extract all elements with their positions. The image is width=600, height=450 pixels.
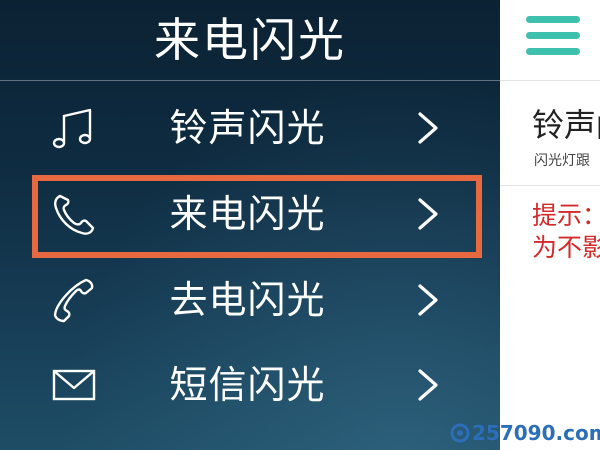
tip-text: 为不影: [532, 233, 600, 262]
drawer-divider: [0, 80, 500, 81]
navigation-drawer: 来电闪光 铃声闪光 来电闪光 去电闪光 短信闪光: [0, 0, 500, 450]
phone-outgoing-icon: [53, 278, 94, 323]
setting-title: 铃声闪: [532, 106, 600, 144]
site-watermark: 257090.com: [450, 420, 600, 446]
watermark-logo-icon: [450, 423, 470, 443]
setting-divider: [500, 185, 600, 186]
menu-item-label: 来电闪光: [169, 192, 326, 236]
menu-item-label: 短信闪光: [169, 363, 326, 407]
tip-label: 提示：: [532, 201, 600, 230]
music-note-icon: [52, 108, 92, 149]
menu-bar: [526, 48, 580, 55]
envelope-icon: [52, 369, 96, 401]
menu-item-ringtone-flash[interactable]: 铃声闪光: [0, 86, 500, 170]
menu-item-incoming-call-flash[interactable]: 来电闪光: [0, 172, 500, 256]
menu-item-sms-flash[interactable]: 短信闪光: [0, 343, 500, 427]
header-divider: [500, 80, 600, 81]
menu-bar: [526, 32, 580, 39]
chevron-right-icon: [418, 369, 438, 401]
main-content-panel: 铃声闪 闪光灯跟 提示： 为不影: [500, 0, 600, 450]
chevron-right-icon: [418, 284, 438, 316]
drawer-title: 来电闪光: [154, 13, 346, 67]
chevron-right-icon: [418, 198, 438, 230]
phone-incoming-icon: [54, 194, 95, 235]
hamburger-menu-icon[interactable]: [526, 12, 580, 60]
app-screen: 来电闪光 铃声闪光 来电闪光 去电闪光 短信闪光 铃声 闪光灯跟 提示： 为不影…: [0, 0, 600, 450]
setting-description: 闪光灯跟: [534, 153, 590, 169]
menu-bar: [526, 16, 580, 23]
chevron-right-icon: [418, 112, 438, 144]
menu-item-outgoing-call-flash[interactable]: 去电闪光: [0, 258, 500, 342]
menu-item-label: 去电闪光: [169, 278, 326, 322]
menu-item-label: 铃声闪光: [169, 106, 326, 150]
watermark-text: 257090.com: [472, 421, 600, 445]
